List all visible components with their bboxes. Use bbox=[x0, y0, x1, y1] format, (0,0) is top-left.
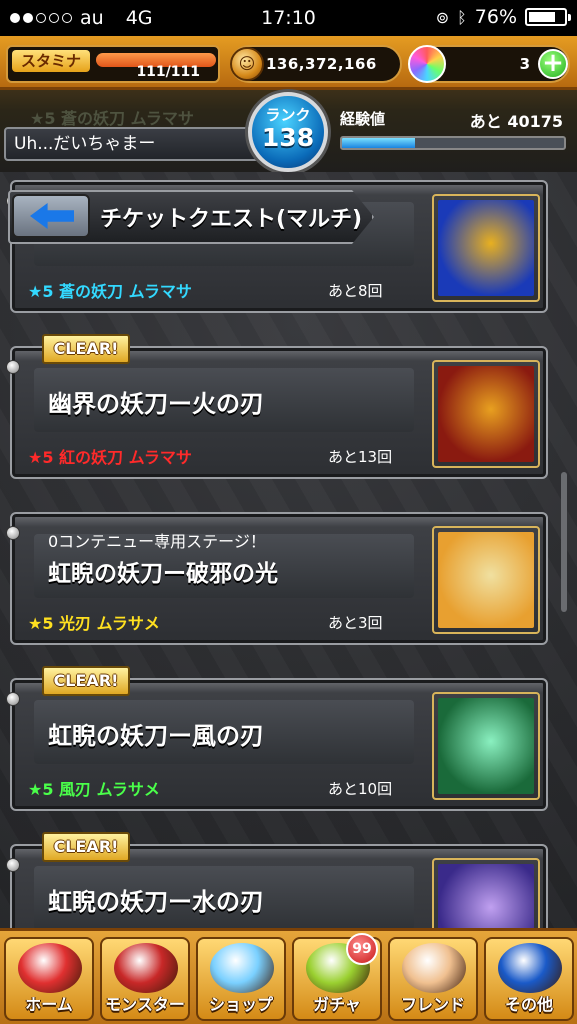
scrollbar[interactable] bbox=[561, 472, 567, 612]
orb-icon bbox=[408, 45, 446, 83]
tab-label: モンスター bbox=[105, 995, 185, 1014]
quest-list[interactable]: ★5 蒼の妖刀 ムラマサ あと8回 チケットクエスト(マルチ) CLEAR! 幽… bbox=[0, 172, 577, 928]
gacha-count-badge: 99 bbox=[346, 933, 378, 965]
orb-counter: 3 + bbox=[408, 45, 570, 83]
gold-counter: ☺ 136,372,166 bbox=[230, 45, 402, 83]
radar-icon bbox=[498, 943, 562, 993]
tab-gacha[interactable]: 99 ガチャ bbox=[292, 933, 382, 1021]
quest-title: 虹睨の妖刀ー水の刃 bbox=[48, 888, 264, 916]
quest-boss-name: ★5 紅の妖刀 ムラマサ bbox=[28, 448, 192, 467]
back-arrow-icon bbox=[30, 203, 74, 229]
rivet-icon bbox=[6, 692, 20, 706]
quest-boss-name: ★5 蒼の妖刀 ムラマサ bbox=[28, 282, 192, 301]
gold-value: 136,372,166 bbox=[266, 55, 377, 73]
orb-value: 3 bbox=[519, 55, 530, 73]
game-header: スタミナ 111/111 ☺ 136,372,166 3 + ★5 蒼の妖刀 ム… bbox=[0, 36, 577, 172]
tab-label: フレンド bbox=[400, 995, 465, 1014]
tab-label: ホーム bbox=[25, 995, 73, 1014]
tab-other[interactable]: その他 bbox=[484, 937, 574, 1021]
stamina-label: スタミナ bbox=[12, 50, 90, 72]
resource-bar: スタミナ 111/111 ☺ 136,372,166 3 + bbox=[0, 36, 577, 90]
quest-remaining: あと3回 bbox=[328, 614, 383, 632]
boss-portrait bbox=[432, 360, 540, 468]
tab-monster[interactable]: モンスター bbox=[100, 937, 190, 1021]
quest-title: 虹睨の妖刀ー風の刃 bbox=[48, 722, 264, 750]
rotation-lock-icon: ⊚ bbox=[435, 7, 450, 27]
rivet-icon bbox=[6, 526, 20, 540]
rivet-icon bbox=[6, 360, 20, 374]
rank-label: ランク bbox=[265, 106, 311, 124]
tab-label: ショップ bbox=[208, 995, 273, 1014]
tab-home[interactable]: ホーム bbox=[4, 937, 94, 1021]
boss-portrait bbox=[432, 692, 540, 800]
boss-portrait bbox=[432, 526, 540, 634]
quest-boss-name: ★5 光刃 ムラサメ bbox=[28, 614, 160, 633]
bottom-tab-bar: ホーム モンスター ショップ 99 ガチャ フレンド その他 bbox=[0, 928, 577, 1024]
tab-shop[interactable]: ショップ bbox=[196, 937, 286, 1021]
quest-remaining: あと13回 bbox=[328, 448, 393, 466]
boss-portrait bbox=[432, 194, 540, 302]
quest-item-4[interactable]: CLEAR! 虹睨の妖刀ー水の刃 bbox=[6, 832, 548, 928]
quest-remaining: あと8回 bbox=[328, 282, 383, 300]
battery-percent: 76% bbox=[474, 6, 517, 28]
stamina-value: 111/111 bbox=[136, 64, 200, 80]
clear-badge: CLEAR! bbox=[42, 334, 130, 364]
exp-remaining: あと 40175 bbox=[469, 112, 563, 131]
quest-item-2[interactable]: 0コンテニュー専用ステージ！ 虹睨の妖刀ー破邪の光 ★5 光刃 ムラサメ あと3… bbox=[6, 512, 548, 645]
gold-coin-icon: ☺ bbox=[230, 47, 264, 81]
home-icon bbox=[18, 943, 82, 993]
status-bar: au 4G 17:10 ⊚ ᛒ 76% bbox=[0, 0, 577, 36]
ticket-quest-title: チケットクエスト(マルチ) bbox=[100, 207, 363, 232]
battery-icon bbox=[525, 8, 571, 26]
clear-badge: CLEAR! bbox=[42, 832, 130, 862]
quest-item-3[interactable]: CLEAR! 虹睨の妖刀ー風の刃 ★5 風刃 ムラサメ あと10回 bbox=[6, 666, 548, 811]
quest-boss-name: ★5 風刃 ムラサメ bbox=[28, 780, 160, 799]
quest-subtitle: 0コンテニュー専用ステージ！ bbox=[48, 532, 266, 551]
back-button[interactable] bbox=[12, 194, 90, 238]
quest-item-1[interactable]: CLEAR! 幽界の妖刀ー火の刃 ★5 紅の妖刀 ムラマサ あと13回 bbox=[6, 334, 548, 479]
tab-label: その他 bbox=[504, 995, 553, 1014]
rank-value: 138 bbox=[261, 123, 315, 152]
bluetooth-icon: ᛒ bbox=[457, 7, 467, 27]
tab-friend[interactable]: フレンド bbox=[388, 937, 478, 1021]
stamina-meter: スタミナ 111/111 bbox=[6, 45, 220, 83]
exp-bar bbox=[340, 136, 566, 150]
clear-badge: CLEAR! bbox=[42, 666, 130, 696]
shop-orb-icon bbox=[210, 943, 274, 993]
rank-badge: ランク 138 bbox=[248, 92, 328, 172]
quest-title: 虹睨の妖刀ー破邪の光 bbox=[48, 561, 278, 587]
monster-icon bbox=[114, 943, 178, 993]
handshake-icon bbox=[402, 943, 466, 993]
tab-label: ガチャ bbox=[313, 995, 361, 1014]
background-quest-label: ★5 蒼の妖刀 ムラマサ bbox=[30, 109, 194, 128]
user-name: Uh...だいちゃまー bbox=[4, 127, 260, 161]
boss-portrait bbox=[432, 858, 540, 928]
quest-remaining: あと10回 bbox=[328, 780, 393, 798]
quest-title: 幽界の妖刀ー火の刃 bbox=[48, 390, 264, 418]
exp-label: 経験値 bbox=[340, 110, 386, 128]
rivet-icon bbox=[6, 858, 20, 872]
buy-orbs-button[interactable]: + bbox=[538, 49, 568, 79]
